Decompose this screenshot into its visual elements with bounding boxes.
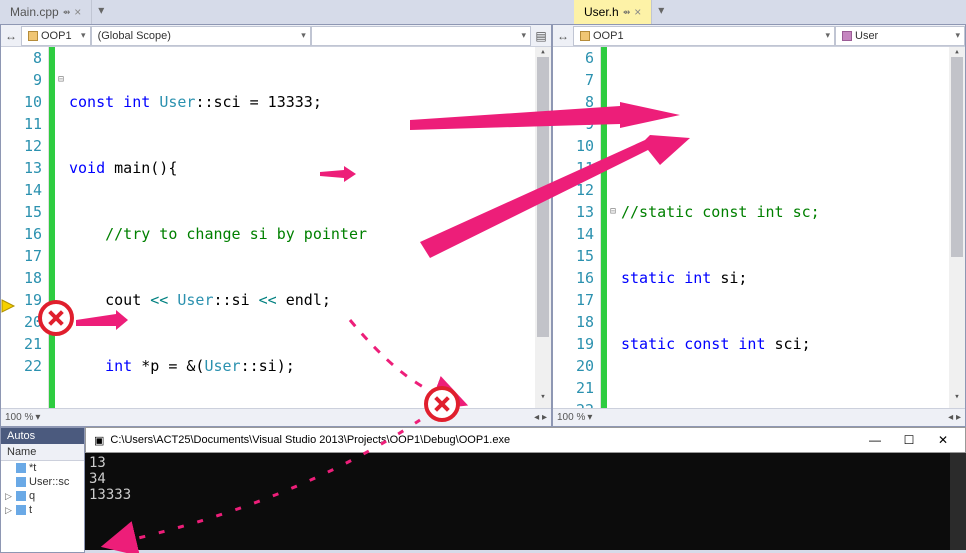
code-text[interactable]: //static const int sc; static int si; st… xyxy=(619,47,965,408)
autos-col-header[interactable]: Name xyxy=(1,444,84,461)
autos-row[interactable]: User::sc xyxy=(1,475,84,489)
editor-main-cpp: ↔ OOP1 (Global Scope) ▤ 8910111213141516… xyxy=(0,24,552,427)
scrollbar-vertical[interactable]: ▴▾ xyxy=(535,47,551,408)
console-output[interactable]: 13 34 13333 xyxy=(85,453,966,550)
fold-column[interactable]: ⊟ xyxy=(607,47,619,408)
minimize-button[interactable]: — xyxy=(861,431,889,449)
close-icon[interactable]: × xyxy=(74,5,81,19)
tab-label: Main.cpp xyxy=(10,5,59,19)
scrollbar-vertical[interactable] xyxy=(950,453,966,550)
editor-status: 100 %▾ ◂ ▸ xyxy=(1,408,551,426)
error-badge-icon xyxy=(38,300,74,336)
code-text[interactable]: const int User::sci = 13333; void main()… xyxy=(67,47,551,408)
editor-user-h: ↔ OOP1 User 6789101112131415161718192021… xyxy=(552,24,966,427)
code-area[interactable]: 678910111213141516171819202122 ⊟ //stati… xyxy=(553,47,965,408)
project-scope-select[interactable]: OOP1 xyxy=(21,26,91,46)
close-icon[interactable]: × xyxy=(634,5,641,19)
nav-back-icon[interactable]: ↔ xyxy=(553,26,573,46)
zoom-level[interactable]: 100 % xyxy=(557,412,585,423)
fold-column[interactable]: ⊟ xyxy=(55,47,67,408)
tab-overflow[interactable]: ▾ xyxy=(652,0,670,24)
global-scope-select[interactable]: (Global Scope) xyxy=(91,26,311,46)
var-icon xyxy=(16,491,26,501)
tab-user-h[interactable]: User.h ⇴ × xyxy=(574,0,652,24)
class-scope-select[interactable]: User xyxy=(835,26,965,46)
tab-overflow[interactable]: ▾ xyxy=(92,0,110,24)
error-badge-icon xyxy=(424,386,460,422)
console-path: C:\Users\ACT25\Documents\Visual Studio 2… xyxy=(110,434,510,446)
editor-toolbar: ↔ OOP1 User xyxy=(553,25,965,47)
document-tabs: Main.cpp ⇴ × ▾ User.h ⇴ × ▾ xyxy=(0,0,966,24)
panel-title: Autos xyxy=(1,428,84,444)
var-icon xyxy=(16,477,26,487)
line-gutter: 678910111213141516171819202122 xyxy=(553,47,601,408)
autos-panel: Autos Name *t User::sc ▷q ▷t xyxy=(0,427,85,553)
tab-label: User.h xyxy=(584,5,619,19)
tab-main-cpp[interactable]: Main.cpp ⇴ × xyxy=(0,0,92,24)
member-scope-select[interactable] xyxy=(311,26,531,46)
console-titlebar[interactable]: ▣ C:\Users\ACT25\Documents\Visual Studio… xyxy=(85,427,966,453)
zoom-level[interactable]: 100 % xyxy=(5,412,33,423)
var-icon xyxy=(16,463,26,473)
editor-status: 100 %▾ ◂ ▸ xyxy=(553,408,965,426)
console-window: ▣ C:\Users\ACT25\Documents\Visual Studio… xyxy=(85,427,966,553)
scrollbar-vertical[interactable]: ▴▾ xyxy=(949,47,965,408)
pin-icon[interactable]: ⇴ xyxy=(63,7,71,18)
line-gutter: 8910111213141516171819202122 xyxy=(1,47,49,408)
close-button[interactable]: ✕ xyxy=(929,431,957,449)
autos-row[interactable]: ▷t xyxy=(1,503,84,517)
app-icon: ▣ xyxy=(94,434,104,447)
editor-toolbar: ↔ OOP1 (Global Scope) ▤ xyxy=(1,25,551,47)
autos-row[interactable]: *t xyxy=(1,461,84,475)
autos-row[interactable]: ▷q xyxy=(1,489,84,503)
pin-icon[interactable]: ⇴ xyxy=(623,7,631,18)
var-icon xyxy=(16,505,26,515)
code-area[interactable]: 8910111213141516171819202122 ⊟ const int… xyxy=(1,47,551,408)
maximize-button[interactable]: ☐ xyxy=(895,431,923,449)
split-icon[interactable]: ▤ xyxy=(531,26,551,46)
project-scope-select[interactable]: OOP1 xyxy=(573,26,835,46)
nav-back-icon[interactable]: ↔ xyxy=(1,26,21,46)
